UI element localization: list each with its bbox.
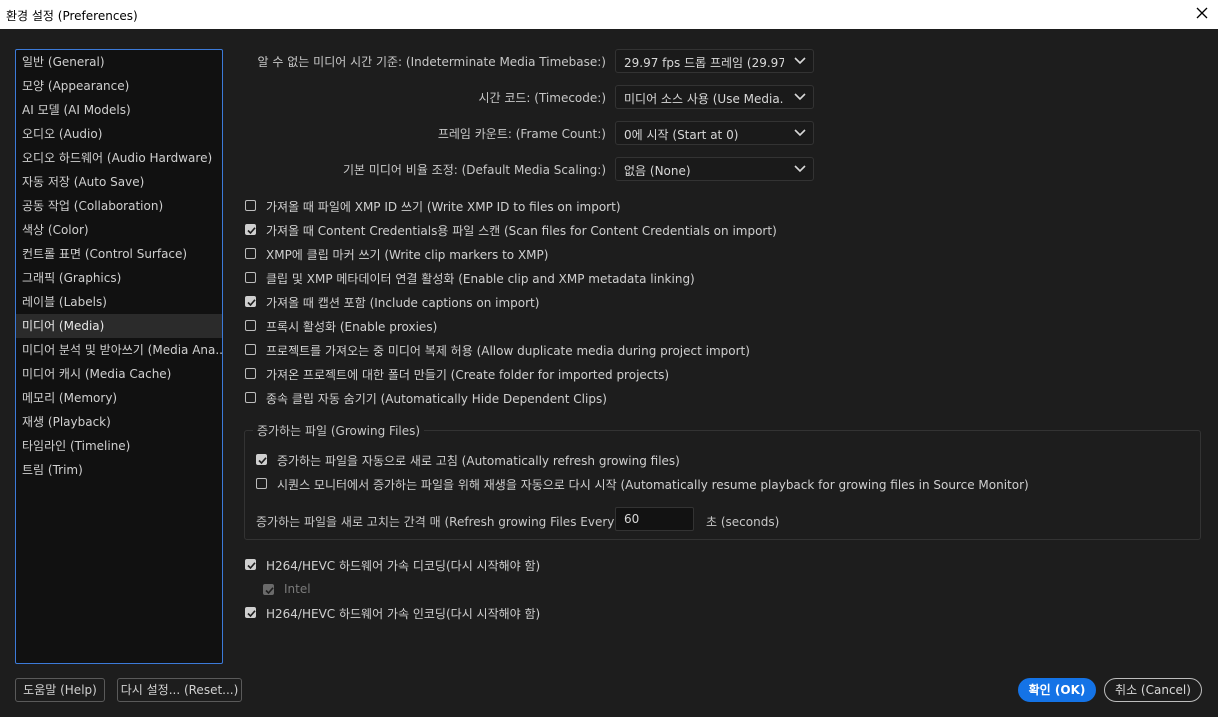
reset-button[interactable]: 다시 설정... (Reset...) — [117, 678, 242, 702]
chevron-down-icon — [794, 165, 806, 173]
checkbox-label: H264/HEVC 하드웨어 가속 디코딩(다시 시작해야 함) — [266, 559, 541, 573]
frame-count-value: 0에 시작 (Start at 0) — [624, 128, 739, 142]
sidebar-item[interactable]: 색상 (Color) — [16, 218, 222, 242]
checkbox-box[interactable] — [245, 607, 256, 618]
sidebar-item[interactable]: 재생 (Playback) — [16, 410, 222, 434]
checkbox-label: XMP에 클립 마커 쓰기 (Write clip markers to XMP… — [266, 248, 549, 262]
checkbox-label: 가져온 프로젝트에 대한 폴더 만들기 (Create folder for i… — [266, 368, 670, 382]
checkbox-box[interactable] — [245, 392, 256, 403]
checkbox-label: 프록시 활성화 (Enable proxies) — [266, 320, 438, 334]
checkbox-box — [263, 584, 274, 595]
refresh-interval-input[interactable]: 60 — [615, 507, 694, 531]
sidebar-item[interactable]: 메모리 (Memory) — [16, 386, 222, 410]
ok-button[interactable]: 확인 (OK) — [1018, 678, 1096, 702]
refresh-interval-label: 증가하는 파일을 새로 고치는 간격 매 (Refresh growing Fi… — [256, 515, 620, 529]
refresh-interval-value: 60 — [624, 512, 640, 526]
close-icon[interactable] — [1192, 3, 1212, 23]
timecode-value: 미디어 소스 사용 (Use Media... — [624, 92, 784, 106]
checkbox-box[interactable] — [245, 200, 256, 211]
checkbox-box[interactable] — [256, 478, 267, 489]
checkbox-label: 증가하는 파일을 자동으로 새로 고침 (Automatically refre… — [277, 454, 680, 468]
sidebar-item[interactable]: 오디오 하드웨어 (Audio Hardware) — [16, 146, 222, 170]
checkbox-box[interactable] — [245, 248, 256, 259]
checkbox-label: Intel — [284, 582, 311, 596]
checkbox-label: 클립 및 XMP 메타데이터 연결 활성화 (Enable clip and X… — [266, 272, 695, 286]
timebase-row: 알 수 없는 미디어 시간 기준: (Indeterminate Media T… — [235, 49, 815, 73]
checkbox-box[interactable] — [245, 368, 256, 379]
check-icon — [265, 587, 274, 595]
timebase-label: 알 수 없는 미디어 시간 기준: (Indeterminate Media T… — [257, 55, 606, 69]
sidebar-item[interactable]: 미디어 분석 및 받아쓰기 (Media Ana... — [16, 338, 222, 362]
checkbox-box[interactable] — [245, 224, 256, 235]
chevron-down-icon — [794, 129, 806, 137]
check-icon — [258, 457, 267, 465]
sidebar-item[interactable]: 모양 (Appearance) — [16, 74, 222, 98]
chevron-down-icon — [794, 93, 806, 101]
checkbox-box[interactable] — [245, 320, 256, 331]
refresh-interval-unit: 초 (seconds) — [706, 515, 780, 529]
title-bar: 환경 설정 (Preferences) — [0, 0, 1218, 29]
help-button[interactable]: 도움말 (Help) — [15, 678, 105, 702]
scaling-select[interactable]: 없음 (None) — [615, 157, 814, 181]
timebase-select[interactable]: 29.97 fps 드롭 프레임 (29.97 ... — [615, 49, 814, 73]
checkbox-label: 종속 클립 자동 숨기기 (Automatically Hide Depende… — [266, 392, 607, 406]
checkbox-box[interactable] — [245, 344, 256, 355]
checkbox-label: 시퀀스 모니터에서 증가하는 파일을 위해 재생을 자동으로 다시 시작 (Au… — [277, 478, 1029, 492]
frame-count-select[interactable]: 0에 시작 (Start at 0) — [615, 121, 814, 145]
sidebar-item[interactable]: 미디어 캐시 (Media Cache) — [16, 362, 222, 386]
sidebar-item[interactable]: 공동 작업 (Collaboration) — [16, 194, 222, 218]
checkbox-box[interactable] — [245, 559, 256, 570]
sidebar-item[interactable]: 미디어 (Media) — [16, 314, 222, 338]
check-icon — [247, 562, 256, 570]
timecode-label: 시간 코드: (Timecode:) — [478, 91, 606, 105]
checkbox-label: 프로젝트를 가져오는 중 미디어 복제 허용 (Allow duplicate … — [266, 344, 750, 358]
category-list[interactable]: 일반 (General) 모양 (Appearance) AI 모델 (AI Mod… — [15, 49, 223, 664]
sidebar-item[interactable]: 그래픽 (Graphics) — [16, 266, 222, 290]
sidebar-item[interactable]: 레이블 (Labels) — [16, 290, 222, 314]
window-title: 환경 설정 (Preferences) — [6, 9, 138, 23]
sidebar-item[interactable]: AI 모델 (AI Models) — [16, 98, 222, 122]
timebase-value: 29.97 fps 드롭 프레임 (29.97 ... — [624, 56, 784, 70]
checkbox-label: 가져올 때 Content Credentials용 파일 스캔 (Scan f… — [266, 224, 777, 238]
checkbox-label: H264/HEVC 하드웨어 가속 인코딩(다시 시작해야 함) — [266, 607, 541, 621]
frame-count-label: 프레임 카운트: (Frame Count:) — [437, 127, 606, 141]
sidebar-item[interactable]: 트림 (Trim) — [16, 458, 222, 482]
check-icon — [247, 299, 256, 307]
sidebar-item[interactable]: 일반 (General) — [16, 50, 222, 74]
chevron-down-icon — [794, 57, 806, 65]
checkbox-label: 가져올 때 파일에 XMP ID 쓰기 (Write XMP ID to fil… — [266, 200, 621, 214]
scaling-label: 기본 미디어 비율 조정: (Default Media Scaling:) — [342, 163, 606, 177]
check-icon — [247, 227, 256, 235]
sidebar-item[interactable]: 컨트롤 표면 (Control Surface) — [16, 242, 222, 266]
check-icon — [247, 610, 256, 618]
timecode-row: 시간 코드: (Timecode:) 미디어 소스 사용 (Use Media.… — [235, 85, 815, 109]
scaling-value: 없음 (None) — [624, 164, 691, 178]
checkbox-box[interactable] — [245, 296, 256, 307]
checkbox-box[interactable] — [256, 454, 267, 465]
growing-files-title: 증가하는 파일 (Growing Files) — [253, 422, 425, 439]
checkbox-label: 가져올 때 캡션 포함 (Include captions on import) — [266, 296, 540, 310]
sidebar-item[interactable]: 오디오 (Audio) — [16, 122, 222, 146]
frame-count-row: 프레임 카운트: (Frame Count:) 0에 시작 (Start at … — [235, 121, 815, 145]
scaling-row: 기본 미디어 비율 조정: (Default Media Scaling:) 없… — [235, 157, 815, 181]
cancel-button[interactable]: 취소 (Cancel) — [1104, 678, 1202, 702]
sidebar-item[interactable]: 타임라인 (Timeline) — [16, 434, 222, 458]
timecode-select[interactable]: 미디어 소스 사용 (Use Media... — [615, 85, 814, 109]
sidebar-item[interactable]: 자동 저장 (Auto Save) — [16, 170, 222, 194]
checkbox-box[interactable] — [245, 272, 256, 283]
